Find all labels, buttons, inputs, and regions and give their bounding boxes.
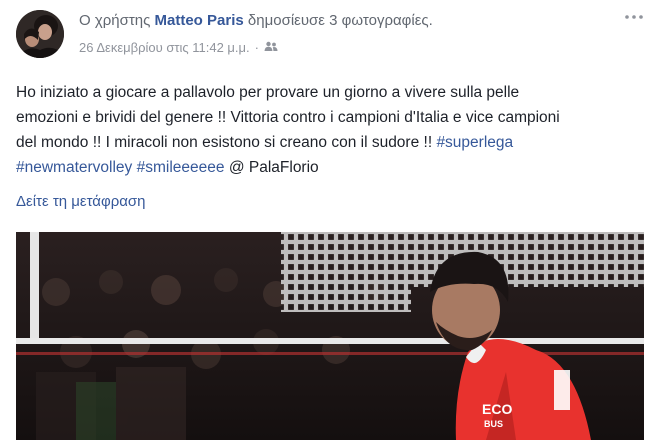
hashtag-link[interactable]: #smileeeeee (137, 159, 225, 176)
header-action: δημοσίευσε 3 φωτογραφίες. (247, 12, 433, 29)
post-meta: 26 Δεκεμβρίου στις 11:42 μ.μ. · (79, 40, 278, 55)
hashtag-link[interactable]: #newmatervolley (16, 159, 132, 176)
see-translation-link[interactable]: Δείτε τη μετάφραση (16, 193, 146, 210)
post-text: Ho iniziato a giocare a pallavolo per pr… (16, 80, 644, 180)
header-prefix: Ο χρήστης (79, 12, 151, 29)
facebook-post: Ο χρήστης Matteo Paris δημοσίευσε 3 φωτο… (0, 0, 660, 440)
post-photo[interactable]: ECO BUS (16, 232, 644, 440)
hashtag-link[interactable]: #superlega (436, 134, 513, 151)
more-options-icon[interactable] (622, 8, 646, 26)
volleyball-player-photo: ECO BUS (16, 232, 644, 440)
jersey-text: ECO (482, 401, 512, 417)
meta-separator: · (254, 40, 259, 55)
jersey-text: BUS (484, 419, 503, 429)
post-text-line: emozioni e brividi del genere !! Vittori… (16, 109, 560, 126)
author-name-link[interactable]: Matteo Paris (155, 12, 244, 29)
post-timestamp[interactable]: 26 Δεκεμβρίου στις 11:42 μ.μ. (79, 40, 250, 55)
friends-icon[interactable] (264, 40, 278, 55)
post-header: Ο χρήστης Matteo Paris δημοσίευσε 3 φωτο… (79, 12, 433, 29)
location-text[interactable]: @ PalaFlorio (225, 159, 319, 176)
post-text-line: del mondo !! I miracoli non esistono si … (16, 134, 437, 151)
author-avatar[interactable] (16, 10, 64, 58)
avatar-photo (16, 10, 64, 58)
post-text-line: Ho iniziato a giocare a pallavolo per pr… (16, 84, 520, 101)
